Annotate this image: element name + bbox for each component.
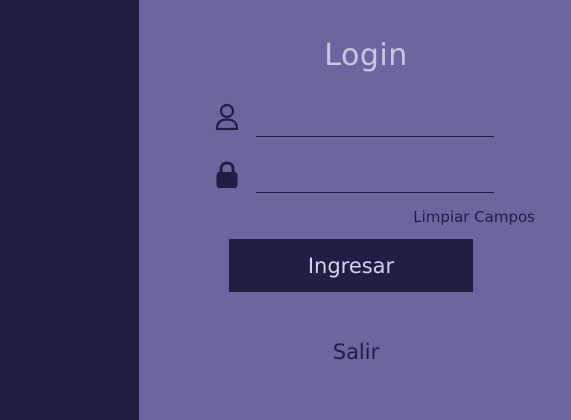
sidebar-panel (0, 0, 139, 420)
user-icon (213, 102, 241, 132)
exit-link[interactable]: Salir (296, 340, 416, 364)
login-button[interactable]: Ingresar (229, 239, 473, 292)
login-title: Login (324, 38, 408, 73)
login-window: Login Limpiar Campos Ingresar Salir (0, 0, 571, 420)
username-input[interactable] (256, 106, 494, 137)
clear-fields-link[interactable]: Limpiar Campos (380, 208, 535, 226)
password-input[interactable] (256, 162, 494, 193)
lock-icon (213, 160, 241, 190)
